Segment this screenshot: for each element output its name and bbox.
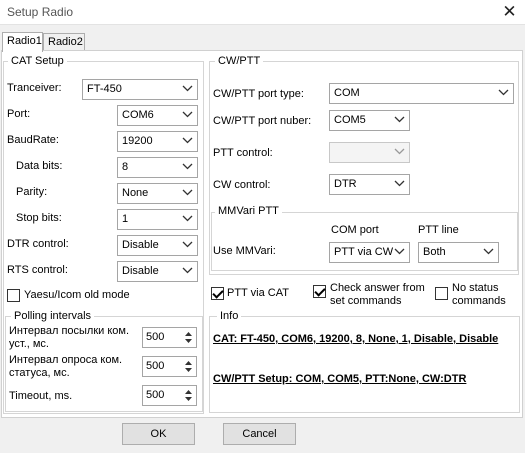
- cw-control-select[interactable]: DTR: [329, 174, 410, 195]
- ptt-via-cat-checkbox[interactable]: [211, 287, 224, 300]
- tab-radio2[interactable]: Radio2: [43, 33, 85, 51]
- rts-control-label: RTS control:: [7, 264, 68, 276]
- timeout-spinner[interactable]: 500: [142, 385, 197, 406]
- port-number-value: COM5: [334, 114, 366, 126]
- chevron-down-icon: [394, 248, 405, 255]
- polling-title: Polling intervals: [11, 310, 95, 322]
- cw-control-label: CW control:: [213, 179, 271, 191]
- check-answer-checkbox[interactable]: [313, 285, 326, 298]
- status-interval-value: 500: [146, 360, 165, 372]
- chevron-down-icon: [182, 267, 193, 274]
- port-type-value: COM: [334, 87, 360, 99]
- mmvari-ptt-line-value: Both: [423, 246, 446, 258]
- send-interval-label: Интервал посылки ком. уст., мс.: [9, 325, 130, 350]
- dtr-control-value: Disable: [122, 239, 159, 251]
- ptt-via-cat-label: PTT via CAT: [227, 287, 289, 299]
- chevron-down-icon: [182, 137, 193, 144]
- port-number-label: CW/PTT port nuber:: [213, 115, 312, 127]
- databits-label: Data bits:: [16, 160, 63, 172]
- mmvari-com-port-select[interactable]: PTT via CW: [329, 242, 410, 263]
- timeout-value: 500: [146, 389, 165, 401]
- no-status-checkbox[interactable]: [435, 287, 448, 300]
- rts-control-select[interactable]: Disable: [117, 261, 198, 282]
- info-title: Info: [217, 310, 242, 322]
- databits-select[interactable]: 8: [117, 157, 198, 178]
- title-bar: Setup Radio ✕: [0, 0, 525, 24]
- baudrate-value: 19200: [122, 135, 153, 147]
- cwptt-title: CW/PTT: [215, 55, 264, 67]
- chevron-down-icon: [182, 85, 193, 92]
- cancel-button[interactable]: Cancel: [223, 423, 296, 445]
- parity-value: None: [122, 187, 149, 199]
- check-answer-label: Check answer from set commands: [330, 282, 425, 307]
- transceiver-select[interactable]: FT-450: [82, 79, 198, 100]
- no-status-label: No status commands: [452, 282, 506, 307]
- port-value: COM6: [122, 109, 154, 121]
- mmvari-ptt-line-select[interactable]: Both: [418, 242, 499, 263]
- chevron-down-icon: [394, 148, 405, 155]
- cwptt-info-text: CW/PTT Setup: COM, COM5, PTT:None, CW:DT…: [213, 373, 467, 385]
- rts-control-value: Disable: [122, 265, 159, 277]
- ok-button[interactable]: OK: [122, 423, 195, 445]
- close-icon[interactable]: ✕: [494, 0, 525, 24]
- port-type-select[interactable]: COM: [329, 83, 514, 104]
- transceiver-value: FT-450: [87, 83, 122, 95]
- chevron-down-icon: [182, 189, 193, 196]
- timeout-label: Timeout, ms.: [9, 390, 73, 402]
- port-type-label: CW/PTT port type:: [213, 88, 304, 100]
- spinner-arrows-icon[interactable]: [182, 387, 195, 404]
- cat-setup-title: CAT Setup: [8, 55, 67, 67]
- chevron-down-icon: [394, 180, 405, 187]
- databits-value: 8: [122, 161, 129, 173]
- window-title: Setup Radio: [7, 5, 74, 19]
- chevron-down-icon: [182, 241, 193, 248]
- parity-label: Parity:: [16, 186, 48, 198]
- ptt-control-label: PTT control:: [213, 147, 273, 159]
- chevron-down-icon: [498, 89, 509, 96]
- send-interval-spinner[interactable]: 500: [142, 327, 197, 348]
- ptt-line-header: PTT line: [418, 224, 459, 236]
- cat-info-text: CAT: FT-450, COM6, 19200, 8, None, 1, Di…: [213, 333, 499, 345]
- yaesu-old-mode-checkbox[interactable]: [7, 289, 20, 302]
- yaesu-old-mode-label: Yaesu/Icom old mode: [24, 289, 130, 301]
- mmvari-title: MMVari PTT: [215, 205, 282, 217]
- send-interval-value: 500: [146, 331, 165, 343]
- chevron-down-icon: [182, 163, 193, 170]
- cw-control-value: DTR: [334, 178, 357, 190]
- baudrate-label: BaudRate:: [7, 134, 59, 146]
- parity-select[interactable]: None: [117, 183, 198, 204]
- use-mmvari-label: Use MMVari:: [213, 245, 276, 257]
- transceiver-label: Tranceiver:: [7, 82, 62, 94]
- chevron-down-icon: [182, 215, 193, 222]
- port-label: Port:: [7, 108, 31, 120]
- ptt-control-select[interactable]: [329, 142, 410, 163]
- chevron-down-icon: [483, 248, 494, 255]
- port-number-select[interactable]: COM5: [329, 110, 410, 131]
- stopbits-select[interactable]: 1: [117, 209, 198, 230]
- info-group: [209, 316, 520, 413]
- stopbits-value: 1: [122, 213, 129, 225]
- com-port-header: COM port: [331, 224, 379, 236]
- chevron-down-icon: [182, 111, 193, 118]
- chevron-down-icon: [394, 116, 405, 123]
- status-interval-spinner[interactable]: 500: [142, 356, 197, 377]
- dtr-control-select[interactable]: Disable: [117, 235, 198, 256]
- tab-radio1[interactable]: Radio1: [2, 32, 43, 52]
- spinner-arrows-icon[interactable]: [182, 329, 195, 346]
- stopbits-label: Stop bits:: [16, 212, 62, 224]
- baudrate-select[interactable]: 19200: [117, 131, 198, 152]
- dtr-control-label: DTR control:: [7, 238, 69, 250]
- mmvari-com-port-value: PTT via CW: [334, 246, 394, 258]
- port-select[interactable]: COM6: [117, 105, 198, 126]
- status-interval-label: Интервал опроса ком. статуса, мс.: [9, 354, 123, 379]
- spinner-arrows-icon[interactable]: [182, 358, 195, 375]
